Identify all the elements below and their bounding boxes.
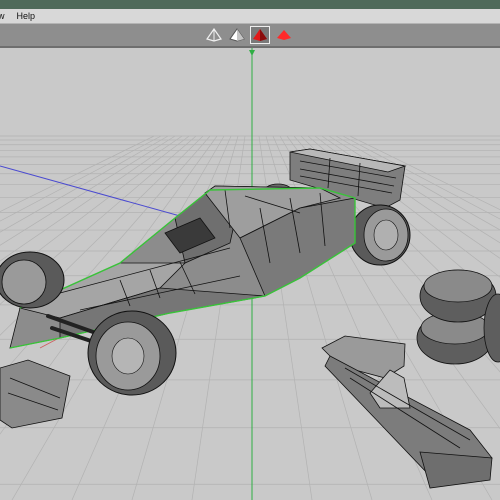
rear-right-wheel [349, 204, 411, 266]
flat-shaded-mode-button[interactable] [250, 26, 270, 44]
title-bar [0, 0, 500, 9]
scene-canvas [0, 48, 500, 500]
app-window: w Help [0, 0, 500, 500]
hidden-line-cone-icon [229, 28, 245, 42]
shading-toolbar [0, 24, 500, 48]
front-right-wheel [87, 310, 177, 396]
smooth-shaded-mode-button[interactable] [274, 26, 294, 44]
y-axis-arrow [249, 50, 255, 56]
front-wing-model [0, 359, 71, 429]
car-body-model [9, 185, 356, 349]
menu-help[interactable]: Help [11, 9, 42, 23]
menu-view[interactable]: w [0, 9, 11, 23]
spare-tyres-model [416, 269, 500, 365]
flat-shaded-cone-icon [253, 29, 267, 41]
menu-bar: w Help [0, 9, 500, 24]
wireframe-cone-icon [206, 28, 222, 42]
wireframe-mode-button[interactable] [204, 26, 224, 44]
front-left-wheel [0, 251, 65, 309]
smooth-shaded-cone-icon [277, 30, 291, 40]
3d-viewport[interactable] [0, 48, 500, 500]
hidden-line-mode-button[interactable] [227, 26, 247, 44]
